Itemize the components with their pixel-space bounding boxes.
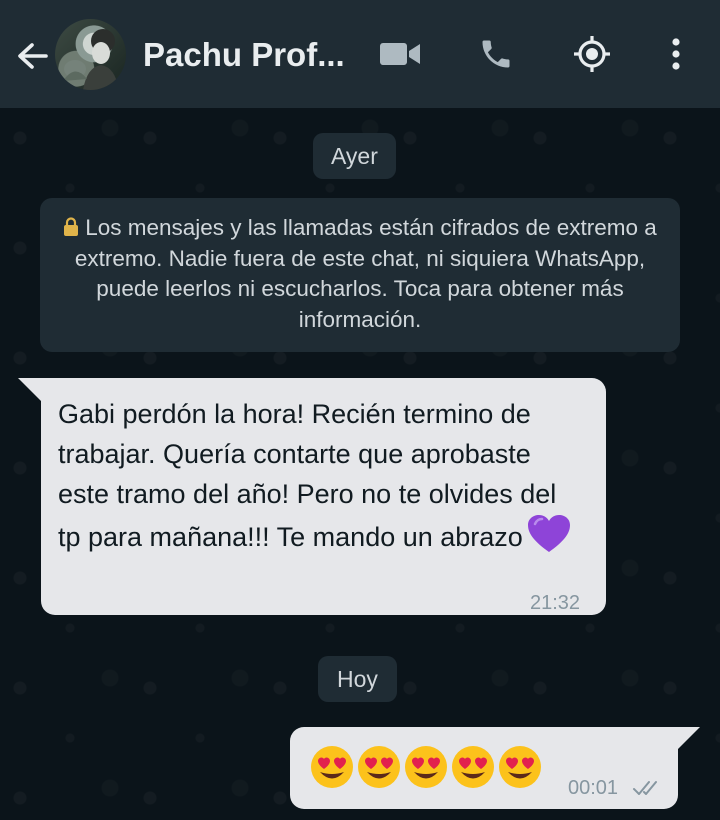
more-vertical-icon: [672, 38, 680, 70]
incoming-message[interactable]: Gabi perdón la hora! Recién termino de t…: [41, 378, 606, 615]
voice-call-button[interactable]: [472, 30, 520, 78]
date-separator-today: Hoy: [318, 656, 397, 702]
video-call-button[interactable]: [376, 30, 424, 78]
purple-heart-emoji: [527, 515, 570, 552]
message-text: Gabi perdón la hora! Recién termino de t…: [58, 399, 557, 552]
location-icon: [574, 36, 610, 72]
heart-eyes-emoji: [452, 746, 494, 788]
emoji-row: [310, 745, 542, 789]
outgoing-bubble-tail: [676, 727, 700, 751]
more-options-button[interactable]: [652, 30, 700, 78]
heart-eyes-emoji: [311, 746, 353, 788]
incoming-bubble-tail: [18, 378, 42, 402]
outgoing-message[interactable]: 00:01: [290, 727, 678, 809]
video-call-icon: [380, 43, 420, 65]
message-time: 00:01: [568, 777, 619, 799]
date-separator-yesterday: Ayer: [313, 133, 396, 179]
heart-eyes-emoji: [499, 746, 541, 788]
phone-icon: [482, 40, 510, 68]
heart-eyes-emoji: [358, 746, 400, 788]
heart-eyes-emoji: [405, 746, 447, 788]
encryption-notice[interactable]: Los mensajes y las llamadas están cifrad…: [40, 198, 680, 352]
message-time: 21:32: [530, 592, 581, 614]
encryption-notice-text: Los mensajes y las llamadas están cifrad…: [74, 215, 657, 332]
back-button[interactable]: [12, 36, 52, 76]
avatar[interactable]: [55, 19, 126, 90]
back-arrow-icon: [18, 43, 48, 69]
location-button[interactable]: [568, 30, 616, 78]
chat-header: Pachu Prof...: [0, 0, 720, 108]
contact-name[interactable]: Pachu Prof...: [143, 34, 358, 76]
lock-icon: [64, 217, 79, 236]
double-tick-icon: [633, 781, 657, 795]
